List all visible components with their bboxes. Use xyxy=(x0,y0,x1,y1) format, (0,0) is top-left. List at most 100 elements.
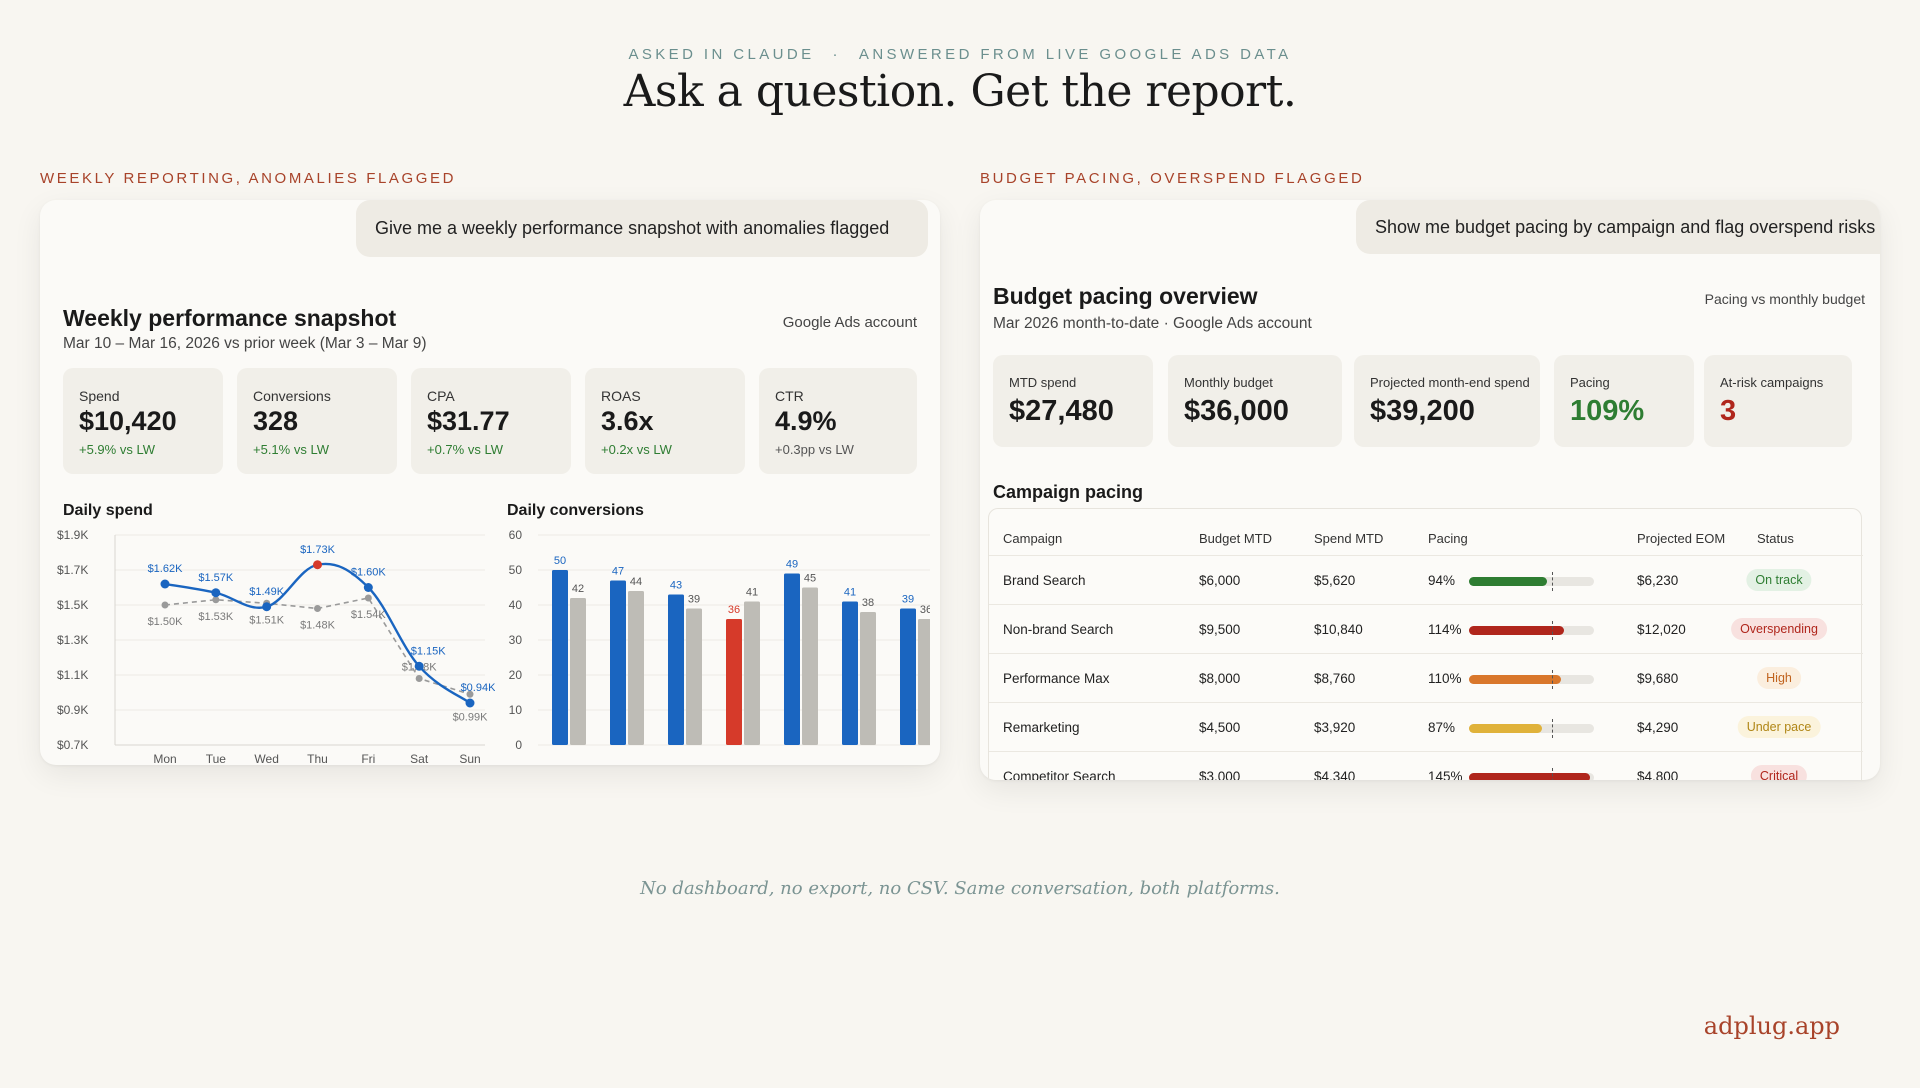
kpi-value: $31.77 xyxy=(427,406,510,436)
prior-week-bar xyxy=(860,612,876,745)
current-week-bar-label: 50 xyxy=(554,555,566,567)
pacing-percent: 87% xyxy=(1428,720,1456,735)
spend-mtd: $3,920 xyxy=(1314,720,1356,735)
prior-week-bar-label: 39 xyxy=(688,594,700,606)
status-badge: Overspending xyxy=(1731,618,1827,640)
report-subtitle: Mar 2026 month-to-date · Google Ads acco… xyxy=(993,315,1312,332)
current-week-label: $0.94K xyxy=(461,682,495,694)
daily-conversions-title: Daily conversions xyxy=(507,502,644,519)
table-row[interactable]: Competitor Search $3,000 $4,340 145% $4,800 C… xyxy=(989,751,1863,780)
budget-pacing-panel: Show me budget pacing by campaign and fl… xyxy=(980,200,1880,780)
campaign-name: Brand Search xyxy=(1003,573,1086,588)
column-header: Budget MTD xyxy=(1199,531,1272,546)
pacing-percent: 114% xyxy=(1428,622,1462,637)
kpi-delta: +5.1% vs LW xyxy=(253,442,329,457)
pacing-bar-fill xyxy=(1469,577,1548,586)
x-tick-label: Tue xyxy=(206,752,227,765)
y-tick-label: 0 xyxy=(515,738,522,752)
spend-mtd: $5,620 xyxy=(1314,573,1356,588)
y-tick-label: $0.9K xyxy=(57,703,88,717)
kpi-value: 4.9% xyxy=(775,406,837,436)
kpi-value: $36,000 xyxy=(1184,395,1289,427)
current-week-point xyxy=(160,579,170,589)
pacing-bar-fill xyxy=(1469,773,1590,780)
kpi-label: At-risk campaigns xyxy=(1720,375,1824,390)
kpi-card-spend: Spend $10,420 +5.9% vs LW xyxy=(63,368,223,474)
current-week-bar-label: 43 xyxy=(670,580,682,592)
weekly-snapshot-panel: Give me a weekly performance snapshot wi… xyxy=(40,200,940,765)
daily-spend-chart: $0.7K $0.9K $1.1K $1.3K $1.5K $1.7K $1.9K Mon Tu… xyxy=(57,528,495,765)
prior-week-bar-label: 44 xyxy=(630,576,642,588)
campaign-name: Non-brand Search xyxy=(1003,622,1114,637)
table-row[interactable]: Non-brand Search $9,500 $10,840 114% $12,020… xyxy=(989,604,1863,653)
y-tick-label: $0.7K xyxy=(57,738,88,752)
x-tick-label: Wed xyxy=(254,752,278,765)
prior-week-point xyxy=(364,594,372,602)
campaign-name: Performance Max xyxy=(1003,671,1110,686)
y-tick-label: $1.5K xyxy=(57,598,88,612)
prior-week-bar xyxy=(570,598,586,745)
current-week-bar-label: 36 xyxy=(728,604,740,616)
projected-eom: $9,680 xyxy=(1637,671,1679,686)
pacing-target-marker xyxy=(1552,621,1554,640)
kpi-value: $27,480 xyxy=(1009,395,1114,427)
prior-week-bar-label: 38 xyxy=(862,597,874,609)
kpi-card-ctr: CTR 4.9% +0.3pp vs LW xyxy=(759,368,917,474)
prior-week-label: $1.50K xyxy=(148,616,184,628)
prior-week-point xyxy=(212,596,220,604)
current-week-point xyxy=(211,588,221,598)
x-tick-label: Mon xyxy=(153,752,176,765)
current-week-point xyxy=(262,602,272,612)
y-tick-label: 40 xyxy=(509,598,523,612)
current-week-bar xyxy=(842,601,858,745)
prior-week-bar-label: 45 xyxy=(804,573,816,585)
projected-eom: $12,020 xyxy=(1637,622,1686,637)
pacing-bar-track xyxy=(1469,621,1594,640)
kpi-label: Conversions xyxy=(253,388,331,404)
kpi-delta: +0.2x vs LW xyxy=(601,442,672,457)
current-week-line xyxy=(164,562,471,704)
prior-week-bar xyxy=(686,608,702,745)
table-row[interactable]: Performance Max $8,000 $8,760 110% $9,680 Hig… xyxy=(989,653,1863,702)
kpi-value: 3.6x xyxy=(601,406,654,436)
report-title: Budget pacing overview xyxy=(993,283,1258,309)
kpi-card-at-risk: At-risk campaigns 3 xyxy=(1704,355,1852,447)
table-row[interactable]: Brand Search $6,000 $5,620 94% $6,230 On trac… xyxy=(989,555,1863,604)
daily-spend-title: Daily spend xyxy=(63,502,153,519)
current-week-point xyxy=(414,661,424,671)
budget-mtd: $8,000 xyxy=(1199,671,1241,686)
kpi-label: Projected month-end spend xyxy=(1370,375,1530,390)
spend-mtd: $10,840 xyxy=(1314,622,1363,637)
kpi-delta: +0.3pp vs LW xyxy=(775,442,854,457)
anomaly-point xyxy=(313,560,322,570)
kpi-card-projected-spend: Projected month-end spend $39,200 xyxy=(1354,355,1540,447)
kpi-label: Monthly budget xyxy=(1184,375,1273,390)
y-tick-label: $1.9K xyxy=(57,528,88,542)
current-week-bar-label: 49 xyxy=(786,559,798,571)
budget-mtd: $3,000 xyxy=(1199,769,1241,780)
pacing-target-marker xyxy=(1552,572,1554,591)
daily-conversions-chart: 0 10 20 30 40 50 60 50 42 47 44 43 39 36 41 49 45 41 38 39 3… xyxy=(509,528,930,752)
current-week-label: $1.15K xyxy=(411,645,447,657)
spend-mtd: $8,760 xyxy=(1314,671,1356,686)
x-tick-label: Thu xyxy=(307,752,328,765)
table-row[interactable]: Remarketing $4,500 $3,920 87% $4,290 Under pa… xyxy=(989,702,1863,751)
y-tick-label: 60 xyxy=(509,528,523,542)
current-week-bar xyxy=(610,580,626,745)
current-week-bar-label: 47 xyxy=(612,566,624,578)
current-week-label: $1.57K xyxy=(198,572,234,584)
current-week-bar-label: 39 xyxy=(902,594,914,606)
kpi-card-cpa: CPA $31.77 +0.7% vs LW xyxy=(411,368,571,474)
pacing-bar-fill xyxy=(1469,675,1561,684)
pacing-percent: 94% xyxy=(1428,573,1456,588)
kicker-separator: · xyxy=(832,46,841,63)
current-week-label: $1.49K xyxy=(249,586,285,598)
pacing-bar-fill xyxy=(1469,626,1564,635)
kpi-delta: +0.7% vs LW xyxy=(427,442,503,457)
pacing-bar-track xyxy=(1469,572,1594,591)
current-week-bar-label: 41 xyxy=(844,587,856,599)
kpi-card-conversions: Conversions 328 +5.1% vs LW xyxy=(237,368,397,474)
brand-link[interactable]: adplug.app xyxy=(1704,1012,1840,1040)
budget-mtd: $9,500 xyxy=(1199,622,1241,637)
current-week-bar xyxy=(668,594,684,745)
